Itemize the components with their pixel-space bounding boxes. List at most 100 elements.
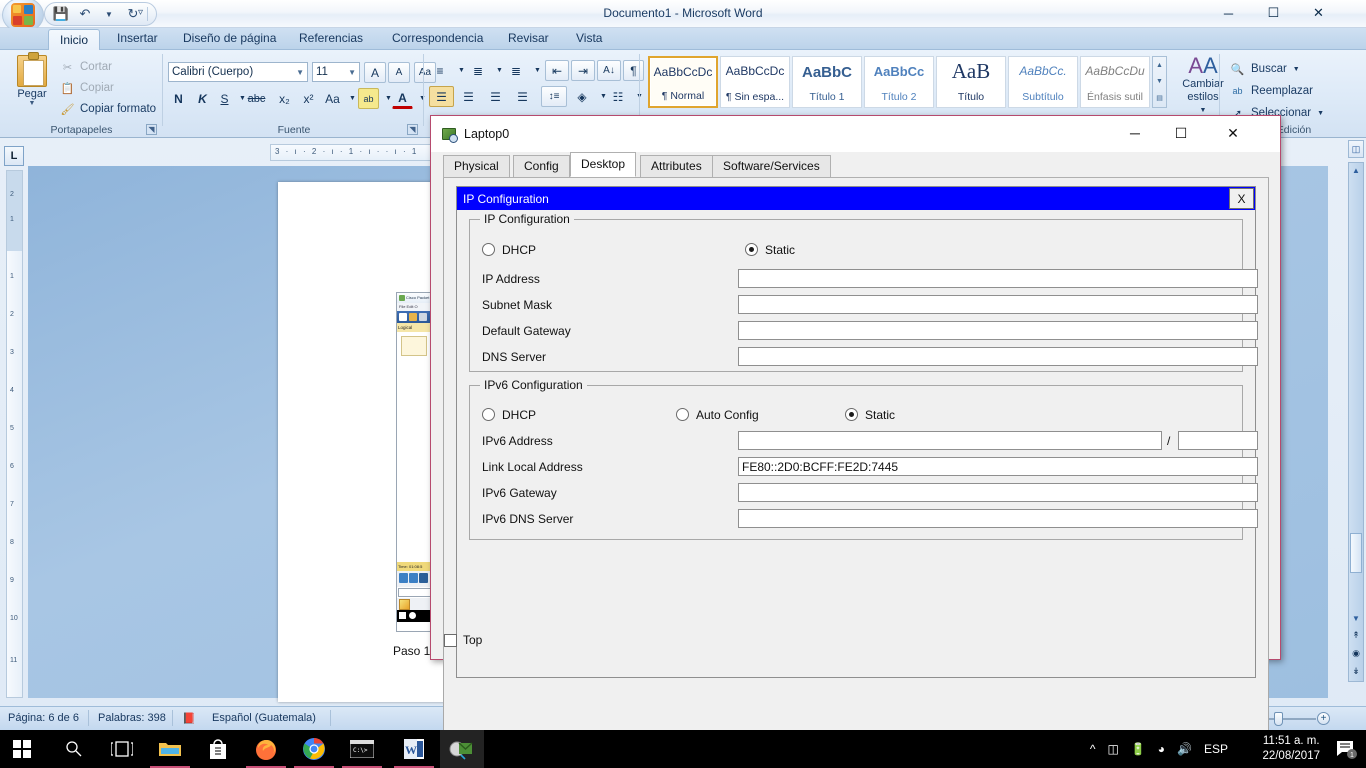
ribbon-tab-insertar[interactable]: Insertar	[106, 28, 169, 50]
styles-gallery-scroll[interactable]: ▲ ▼ ▤	[1152, 56, 1167, 108]
search-icon[interactable]	[52, 730, 96, 768]
shading-icon[interactable]: ◈	[571, 86, 593, 107]
dialog-close-button[interactable]: ✕	[1210, 116, 1256, 150]
italic-button[interactable]: K	[192, 88, 213, 109]
file-explorer-icon[interactable]	[148, 730, 192, 768]
find-button[interactable]: 🔍 Buscar ▼	[1230, 58, 1300, 80]
style-item-titulo-1[interactable]: AaBbC Título 1	[792, 56, 862, 108]
ipv6-auto-config-radio[interactable]	[676, 408, 689, 421]
word-count[interactable]: Palabras: 398	[98, 712, 166, 724]
multilevel-list-icon[interactable]: ≣	[505, 60, 527, 81]
laptop-dialog[interactable]: Laptop0 ─ ☐ ✕ Physical Config Desktop At…	[430, 115, 1281, 736]
ip-address-input[interactable]	[738, 269, 1258, 288]
language-indicator[interactable]: ESP	[1204, 742, 1228, 756]
packet-tracer-icon[interactable]	[440, 730, 484, 768]
spelling-check-icon[interactable]: 📕	[182, 712, 202, 725]
shrink-font-button[interactable]: A	[388, 62, 410, 83]
ipv6-dhcp-radio[interactable]	[482, 408, 495, 421]
more-styles-icon[interactable]: ▤	[1156, 94, 1163, 102]
change-case-button[interactable]: Aa	[322, 88, 343, 109]
tab-attributes[interactable]: Attributes	[640, 155, 713, 177]
chrome-icon[interactable]	[292, 730, 336, 768]
superscript-button[interactable]: x²	[298, 88, 319, 109]
wifi-icon[interactable]: ◕	[1158, 742, 1165, 756]
tab-physical[interactable]: Physical	[443, 155, 510, 177]
task-view-icon[interactable]	[100, 730, 144, 768]
network-icon[interactable]: ◫	[1107, 742, 1118, 756]
align-left-icon[interactable]: ☰	[429, 86, 454, 107]
taskbar-clock[interactable]: 11:51 a. m. 22/08/2017	[1262, 734, 1320, 764]
numbering-icon[interactable]: ≣	[467, 60, 489, 81]
scroll-down-icon[interactable]: ▼	[1349, 611, 1363, 625]
dialog-maximize-button[interactable]: ☐	[1158, 116, 1204, 150]
style-item-titulo-2[interactable]: AaBbCc Título 2	[864, 56, 934, 108]
page-indicator[interactable]: Página: 6 de 6	[8, 712, 79, 724]
align-center-icon[interactable]: ☰	[456, 86, 481, 107]
tab-software-services[interactable]: Software/Services	[712, 155, 831, 177]
increase-indent-icon[interactable]: ⇥	[571, 60, 595, 81]
chevron-up-icon[interactable]: ▲	[1156, 62, 1163, 69]
microsoft-store-icon[interactable]	[196, 730, 240, 768]
tab-stop-selector[interactable]: L	[4, 146, 24, 166]
previous-page-icon[interactable]: ↟	[1349, 627, 1363, 643]
style-item-titulo[interactable]: AaB Título	[936, 56, 1006, 108]
ribbon-tab-revisar[interactable]: Revisar	[497, 28, 560, 50]
command-prompt-icon[interactable]: C:\>	[340, 730, 384, 768]
style-item-normal[interactable]: AaBbCcDc ¶ Normal	[648, 56, 718, 108]
grow-font-button[interactable]: A	[364, 62, 386, 83]
default-gateway-input[interactable]	[738, 321, 1258, 340]
decrease-indent-icon[interactable]: ⇤	[545, 60, 569, 81]
ribbon-tab-correspondencia[interactable]: Correspondencia	[381, 28, 494, 50]
font-name-combo[interactable]: Calibri (Cuerpo) ▼	[168, 62, 308, 82]
ribbon-tab-vista[interactable]: Vista	[565, 28, 613, 50]
battery-charging-icon[interactable]: 🔋	[1131, 742, 1146, 756]
vertical-scrollbar[interactable]: ▲ ▼ ↟ ◉ ↡	[1348, 162, 1364, 682]
chevron-down-icon[interactable]: ▼	[1156, 78, 1163, 85]
ribbon-tab-inicio[interactable]: Inicio	[48, 29, 101, 51]
borders-icon[interactable]: ☷	[607, 86, 629, 107]
top-checkbox[interactable]	[444, 634, 457, 647]
font-size-combo[interactable]: 11 ▼	[312, 62, 360, 82]
show-formatting-marks-icon[interactable]: ¶	[623, 60, 644, 81]
vertical-ruler[interactable]: 2 1 1 2 3 4 5 6 7 8 9 10 11	[6, 170, 23, 698]
bold-button[interactable]: N	[168, 88, 189, 109]
ipv6-address-input[interactable]	[738, 431, 1162, 450]
ribbon-tab-referencias[interactable]: Referencias	[288, 28, 374, 50]
next-page-icon[interactable]: ↡	[1349, 663, 1363, 679]
font-color-button[interactable]: A	[392, 88, 413, 109]
tab-config[interactable]: Config	[513, 155, 570, 177]
ipv6-prefix-input[interactable]	[1178, 431, 1258, 450]
word-icon[interactable]: W	[392, 730, 436, 768]
bullets-icon[interactable]: ≡	[429, 60, 451, 81]
ipv6-gateway-input[interactable]	[738, 483, 1258, 502]
windows-start-icon[interactable]	[0, 730, 44, 768]
strikethrough-button[interactable]: abc	[246, 88, 267, 109]
zoom-in-button[interactable]: +	[1317, 712, 1330, 725]
document-paragraph[interactable]: Paso 1	[393, 644, 430, 658]
tab-desktop[interactable]: Desktop	[570, 152, 637, 177]
style-item-subtitulo[interactable]: AaBbCc. Subtítulo	[1008, 56, 1078, 108]
ipv6-static-radio[interactable]	[845, 408, 858, 421]
dns-server-input[interactable]	[738, 347, 1258, 366]
ip-config-close-button[interactable]: X	[1229, 188, 1254, 209]
font-dialog-launcher[interactable]: ◥	[407, 124, 418, 135]
dialog-minimize-button[interactable]: ─	[1112, 116, 1158, 150]
select-browse-object-icon[interactable]: ◉	[1349, 645, 1363, 661]
justify-icon[interactable]: ☰	[510, 86, 535, 107]
subscript-button[interactable]: x₂	[274, 88, 295, 109]
line-spacing-icon[interactable]: ↕≡	[541, 86, 567, 107]
volume-icon[interactable]: 🔊	[1177, 742, 1192, 756]
language-indicator[interactable]: Español (Guatemala)	[212, 712, 316, 724]
action-center-icon[interactable]: 1	[1336, 739, 1358, 759]
chevron-up-icon[interactable]: ^	[1090, 742, 1096, 756]
cut-button[interactable]: ✂ Cortar	[60, 57, 112, 77]
subnet-mask-input[interactable]	[738, 295, 1258, 314]
replace-button[interactable]: ab Reemplazar	[1230, 80, 1313, 102]
style-item-sin-espaciado[interactable]: AaBbCcDc ¶ Sin espa...	[720, 56, 790, 108]
style-item-enfasis-sutil[interactable]: AaBbCcDu Énfasis sutil	[1080, 56, 1150, 108]
ribbon-tab-diseno-pagina[interactable]: Diseño de página	[172, 28, 287, 50]
copy-button[interactable]: 📋 Copiar	[60, 78, 114, 98]
firefox-icon[interactable]	[244, 730, 288, 768]
word-minimize-button[interactable]: ─	[1206, 0, 1251, 26]
sort-icon[interactable]: A↓	[597, 60, 621, 81]
